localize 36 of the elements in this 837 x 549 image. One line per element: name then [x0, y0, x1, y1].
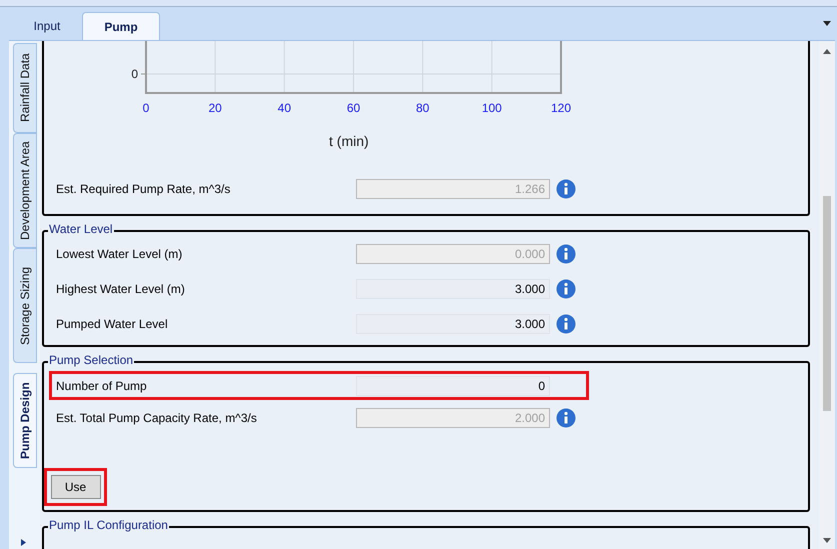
side-tab[interactable]: Development Area [13, 133, 37, 248]
tab[interactable]: Input [12, 12, 82, 40]
x-tick-label: 120 [550, 101, 572, 115]
x-tick-label: 0 [142, 101, 150, 115]
field-label: Lowest Water Level (m) [56, 246, 184, 262]
scroll-thumb[interactable] [823, 196, 831, 411]
x-axis-title: t (min) [329, 132, 369, 151]
section-title: Pump Selection [48, 353, 134, 367]
input-field[interactable]: 3.000 [356, 278, 550, 298]
y-tick-label: 0 [131, 67, 138, 81]
scroll-down-icon[interactable] [823, 538, 831, 543]
section-title: Water Level [48, 222, 114, 236]
x-tick-label: 60 [346, 101, 360, 115]
section-title: Pump IL Configuration [48, 518, 169, 532]
scroll-right-icon[interactable] [21, 539, 26, 546]
x-tick-label: 80 [416, 101, 430, 115]
scroll-up-icon[interactable] [823, 49, 831, 54]
scrollbar[interactable] [819, 41, 835, 549]
field-label: Est. Required Pump Rate, m^3/s [56, 180, 232, 198]
x-tick-label: 100 [482, 101, 502, 115]
field-label: Est. Total Pump Capacity Rate, m^3/s [56, 410, 258, 426]
x-tick-label: 40 [278, 101, 292, 115]
input-field[interactable]: 3.000 [356, 314, 550, 334]
tab[interactable]: Pump [82, 12, 160, 40]
field-label: Highest Water Level (m) [56, 280, 186, 298]
info-icon[interactable] [556, 278, 576, 298]
input-field[interactable]: 0 [356, 376, 550, 396]
field-label: Number of Pump [56, 378, 148, 394]
side-tab[interactable]: Storage Sizing [13, 248, 37, 363]
side-tab[interactable]: Rainfall Data [13, 43, 37, 133]
x-tick-label: 20 [208, 101, 222, 115]
side-tab[interactable]: Pump Design [13, 373, 37, 468]
field-label: Pumped Water Level [56, 316, 169, 332]
info-icon[interactable] [556, 314, 576, 334]
dropdown-arrow-icon[interactable] [823, 21, 831, 26]
use-button[interactable]: Use [50, 475, 100, 499]
